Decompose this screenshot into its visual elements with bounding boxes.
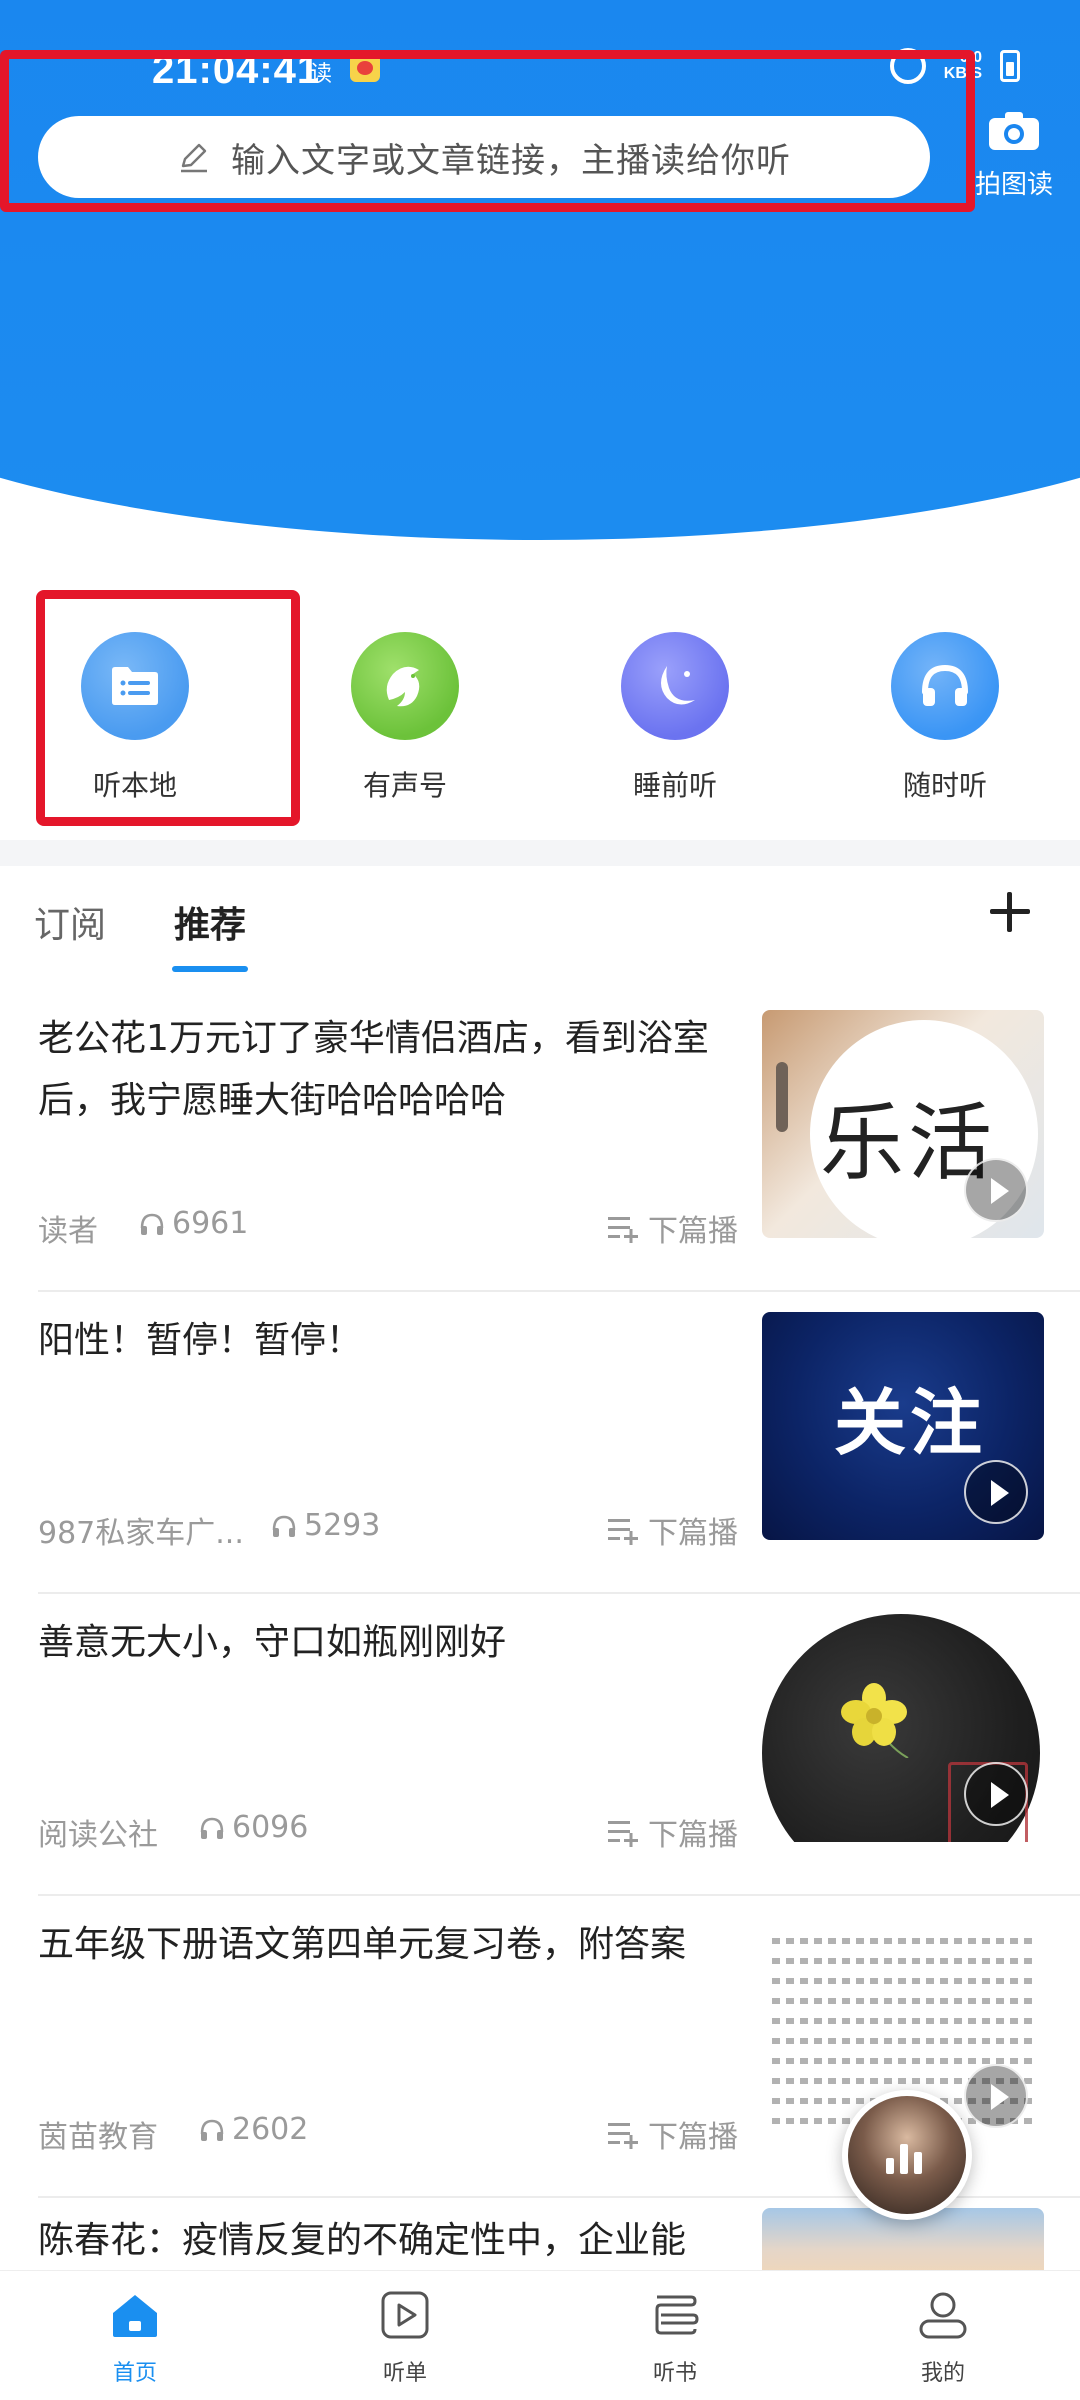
dolphin-icon xyxy=(351,632,459,740)
card-title: 陈春花：疫情反复的不确定性中，企业能 xyxy=(38,2220,687,2261)
quick-label-sleep: 睡前听 xyxy=(632,769,717,802)
quick-label-voice: 有声号 xyxy=(362,769,447,802)
card-meta: 阅读公社 6096 下篇播 xyxy=(38,1810,738,1854)
nav-label-profile: 我的 xyxy=(920,2361,965,2386)
card-title: 善意无大小，守口如瓶刚刚好 xyxy=(38,1622,507,1663)
queue-add-icon xyxy=(608,2123,638,2149)
quick-item-sleep[interactable]: 睡前听 xyxy=(585,632,765,804)
card-source: 阅读公社 xyxy=(38,1818,158,1853)
play-icon[interactable] xyxy=(964,1158,1028,1222)
next-play-label: 下篇播 xyxy=(648,1516,738,1551)
play-icon[interactable] xyxy=(964,2064,1028,2128)
play-icon[interactable] xyxy=(964,1762,1028,1826)
next-play-button[interactable]: 下篇播 xyxy=(606,2112,738,2156)
thumbnail-figure xyxy=(776,1062,788,1132)
card-thumbnail[interactable]: 关注 xyxy=(762,1312,1044,1540)
queue-add-icon xyxy=(608,1217,638,1243)
card-thumbnail[interactable]: 乐活 xyxy=(762,1010,1044,1238)
next-play-label: 下篇播 xyxy=(648,2120,738,2155)
nav-profile[interactable]: 我的 xyxy=(868,2287,1018,2387)
floating-player-avatar[interactable] xyxy=(842,2090,972,2220)
audio-bars-icon xyxy=(886,2138,930,2174)
card-meta: 987私家车广... 5293 下篇播 xyxy=(38,1508,738,1552)
card-source: 987私家车广... xyxy=(38,1516,244,1551)
next-play-button[interactable]: 下篇播 xyxy=(606,1508,738,1552)
nav-playlist[interactable]: 听单 xyxy=(330,2287,480,2387)
card-thumbnail[interactable] xyxy=(762,1614,1044,1842)
feed-card[interactable]: 阳性！暂停！暂停！ 987私家车广... 5293 下篇播 关注 xyxy=(38,1292,1080,1594)
card-meta: 读者 6961 下篇播 xyxy=(38,1206,738,1250)
highlight-search-box xyxy=(0,50,975,212)
nav-book[interactable]: 听书 xyxy=(600,2287,750,2387)
highlight-local-box xyxy=(36,590,300,826)
quick-label-anytime: 随时听 xyxy=(902,769,987,802)
card-title: 阳性！暂停！暂停！ xyxy=(38,1320,363,1361)
next-play-label: 下篇播 xyxy=(648,1818,738,1853)
tab-active-indicator xyxy=(172,966,248,972)
nav-label-book: 听书 xyxy=(652,2361,697,2386)
card-listen-count: 2602 xyxy=(198,2112,308,2147)
quick-item-voice[interactable]: 有声号 xyxy=(315,632,495,804)
headphones-icon xyxy=(272,1515,296,1537)
card-title: 老公花1万元订了豪华情侣酒店，看到浴室后，我宁愿睡大街哈哈哈哈哈 xyxy=(38,1018,709,1121)
feed-card[interactable]: 善意无大小，守口如瓶刚刚好 阅读公社 6096 下篇播 xyxy=(38,1594,1080,1896)
card-source: 茵苗教育 xyxy=(38,2120,158,2155)
card-count-value: 2602 xyxy=(232,2112,309,2147)
photo-read-label: 拍图读 xyxy=(974,170,1053,200)
queue-add-icon xyxy=(608,1519,638,1545)
next-play-label: 下篇播 xyxy=(648,1214,738,1249)
card-source: 读者 xyxy=(38,1214,98,1249)
section-divider xyxy=(0,840,1080,866)
next-play-button[interactable]: 下篇播 xyxy=(606,1810,738,1854)
photo-read-button[interactable]: 拍图读 xyxy=(962,110,1066,202)
quick-item-anytime[interactable]: 随时听 xyxy=(855,632,1035,804)
headphones-icon xyxy=(200,1817,224,1839)
nav-label-home: 首页 xyxy=(112,2361,157,2386)
card-count-value: 6096 xyxy=(232,1810,309,1845)
profile-icon xyxy=(919,2292,967,2339)
thumbnail-text: 关注 xyxy=(834,1381,987,1465)
card-meta: 茵苗教育 2602 下篇播 xyxy=(38,2112,738,2156)
book-icon xyxy=(655,2295,699,2335)
playlist-icon xyxy=(381,2291,429,2339)
feed-tabs: 订阅 推荐 xyxy=(0,866,1080,976)
bottom-navigation: 首页 听单 听书 我的 xyxy=(0,2270,1080,2400)
feed-card[interactable]: 老公花1万元订了豪华情侣酒店，看到浴室后，我宁愿睡大街哈哈哈哈哈 读者 6961… xyxy=(38,990,1080,1292)
card-title: 五年级下册语文第四单元复习卷，附答案 xyxy=(38,1924,687,1965)
tab-subscribe[interactable]: 订阅 xyxy=(34,896,106,948)
queue-add-icon xyxy=(608,1821,638,1847)
headphones-icon xyxy=(200,2119,224,2141)
card-listen-count: 6096 xyxy=(198,1810,308,1845)
play-icon[interactable] xyxy=(964,1460,1028,1524)
camera-icon xyxy=(989,112,1039,150)
nav-label-playlist: 听单 xyxy=(382,2361,427,2386)
moon-icon xyxy=(621,632,729,740)
home-icon xyxy=(113,2295,157,2337)
add-tab-icon[interactable] xyxy=(984,886,1036,938)
headphones-icon xyxy=(140,1213,164,1235)
battery-icon xyxy=(1000,50,1020,82)
headphones-icon xyxy=(891,632,999,740)
card-listen-count: 6961 xyxy=(138,1206,248,1241)
flower-icon xyxy=(841,1683,909,1758)
nav-home[interactable]: 首页 xyxy=(60,2287,210,2387)
card-count-value: 6961 xyxy=(172,1206,249,1241)
tab-recommend[interactable]: 推荐 xyxy=(174,896,246,948)
card-listen-count: 5293 xyxy=(270,1508,380,1543)
card-count-value: 5293 xyxy=(304,1508,381,1543)
next-play-button[interactable]: 下篇播 xyxy=(606,1206,738,1250)
